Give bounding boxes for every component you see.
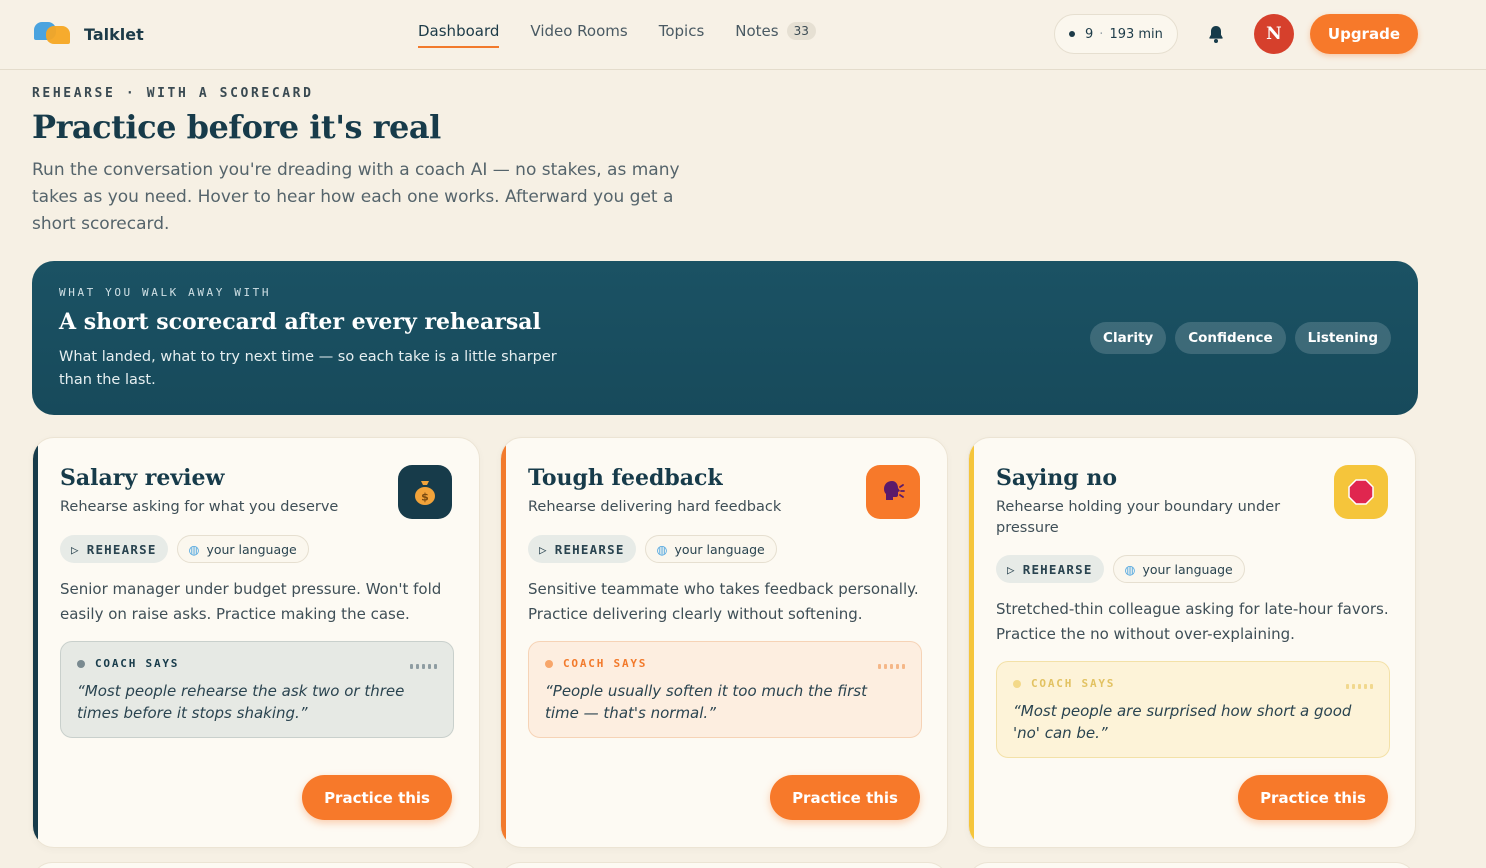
coach-quote: “Most people are surprised how short a g… — [1013, 702, 1352, 742]
next-card-peek — [32, 862, 480, 868]
banner-title: A short scorecard after every rehearsal — [59, 309, 541, 335]
nav-video-rooms[interactable]: Video Rooms — [530, 22, 627, 48]
play-icon: ▷ — [1007, 561, 1016, 577]
scorecard-chips: Clarity Confidence Listening — [1090, 322, 1391, 354]
rehearse-tag: ▷ REHEARSE — [996, 555, 1104, 583]
card-accent-stripe — [33, 438, 38, 847]
card-title: Tough feedback — [528, 465, 723, 491]
card-accent-stripe — [501, 438, 506, 847]
upgrade-button[interactable]: Upgrade — [1309, 14, 1418, 54]
rehearse-tag: ▷ REHEARSE — [60, 535, 168, 563]
language-tag: ◍ your language — [1112, 555, 1245, 583]
coach-quote: “Most people rehearse the ask two or thr… — [77, 682, 405, 722]
language-tag: ◍ your language — [644, 535, 777, 563]
rehearse-tag-label: REHEARSE — [86, 541, 157, 557]
chip-listening: Listening — [1294, 322, 1391, 354]
notes-count-badge: 33 — [786, 22, 816, 40]
language-tag-label: your language — [674, 541, 765, 557]
streak-stats-pill[interactable]: 9 · 193 min — [1054, 14, 1178, 54]
card-description: Senior manager under budget pressure. Wo… — [60, 580, 442, 623]
svg-text:$: $ — [421, 491, 429, 504]
streak-dot-icon — [1069, 31, 1076, 37]
top-nav-bar: Talklet Dashboard Video Rooms Topics Not… — [0, 0, 1486, 70]
coach-quote: “People usually soften it too much the f… — [545, 682, 867, 722]
coach-says-header: COACH SAYS — [77, 657, 437, 670]
globe-icon: ◍ — [656, 541, 668, 557]
rehearse-tag: ▷ REHEARSE — [528, 535, 636, 563]
waveform-icon — [1346, 684, 1373, 689]
coach-says-label: COACH SAYS — [95, 657, 180, 670]
next-card-peek — [500, 862, 948, 868]
scenario-card-saying-no[interactable]: Saying no Rehearse holding your boundary… — [968, 437, 1416, 848]
globe-icon: ◍ — [1124, 561, 1136, 577]
next-card-peek — [968, 862, 1416, 868]
play-icon: ▷ — [71, 541, 80, 557]
scenario-card-tough-feedback[interactable]: Tough feedback Rehearse delivering hard … — [500, 437, 948, 848]
globe-icon: ◍ — [188, 541, 200, 557]
stop-sign-icon — [1334, 465, 1388, 519]
card-tags: ▷ REHEARSE ◍ your language — [996, 555, 1245, 583]
card-tags: ▷ REHEARSE ◍ your language — [528, 535, 777, 563]
brand-name: Talklet — [84, 24, 144, 44]
nav-dashboard-label: Dashboard — [418, 22, 500, 40]
brand[interactable]: Talklet — [34, 20, 144, 48]
coach-says-label: COACH SAYS — [563, 657, 648, 670]
rehearse-tag-label: REHEARSE — [1022, 561, 1093, 577]
user-avatar[interactable]: N — [1253, 14, 1294, 54]
coach-says-label: COACH SAYS — [1031, 677, 1116, 690]
rehearse-tag-label: REHEARSE — [554, 541, 625, 557]
waveform-icon — [878, 664, 905, 669]
banner-subtitle: What landed, what to try next time — so … — [59, 349, 557, 388]
coach-says-header: COACH SAYS — [1013, 677, 1373, 690]
scenario-card-salary-review[interactable]: Salary review Rehearse asking for what y… — [32, 437, 480, 848]
user-controls: 9 · 193 min N Upgrade — [1054, 14, 1418, 54]
nav-notes-label: Notes — [735, 22, 779, 40]
hero-eyebrow: REHEARSE · WITH A SCORECARD — [32, 86, 314, 101]
card-subtitle: Rehearse delivering hard feedback — [528, 499, 782, 515]
language-tag-label: your language — [1142, 561, 1233, 577]
play-icon: ▷ — [539, 541, 548, 557]
practice-button[interactable]: Practice this — [1238, 775, 1388, 820]
card-tags: ▷ REHEARSE ◍ your language — [60, 535, 309, 563]
nav-topics[interactable]: Topics — [659, 22, 705, 48]
scorecard-banner: WHAT YOU WALK AWAY WITH A short scorecar… — [32, 261, 1418, 415]
card-description: Stretched-thin colleague asking for late… — [996, 600, 1389, 643]
waveform-icon — [410, 664, 437, 669]
page-title: Practice before it's real — [32, 108, 441, 146]
coach-says-box: COACH SAYS “Most people are surprised ho… — [996, 661, 1390, 758]
nav-topics-label: Topics — [658, 22, 705, 40]
streak-count: 9 — [1085, 26, 1094, 42]
card-description: Sensitive teammate who takes feedback pe… — [528, 580, 919, 623]
coach-dot-icon — [545, 659, 553, 668]
nav-dashboard[interactable]: Dashboard — [418, 22, 500, 48]
coach-dot-icon — [77, 659, 85, 668]
card-accent-stripe — [969, 438, 974, 847]
coach-dot-icon — [1013, 679, 1021, 688]
language-tag-label: your language — [206, 541, 297, 557]
card-title: Saying no — [996, 465, 1117, 491]
coach-says-box: COACH SAYS “People usually soften it too… — [528, 641, 922, 738]
nav-video-rooms-label: Video Rooms — [530, 22, 628, 40]
chip-confidence: Confidence — [1175, 322, 1286, 354]
money-bag-icon: $ — [398, 465, 452, 519]
banner-eyebrow: WHAT YOU WALK AWAY WITH — [59, 286, 272, 299]
coach-says-box: COACH SAYS “Most people rehearse the ask… — [60, 641, 454, 738]
practice-button[interactable]: Practice this — [302, 775, 452, 820]
stats-separator: · — [1099, 26, 1104, 42]
bell-icon[interactable] — [1206, 24, 1226, 44]
language-tag: ◍ your language — [176, 535, 309, 563]
talklet-logo-icon — [34, 20, 72, 48]
chip-clarity: Clarity — [1090, 322, 1167, 354]
practice-button[interactable]: Practice this — [770, 775, 920, 820]
card-subtitle: Rehearse holding your boundary under pre… — [996, 499, 1281, 536]
speaking-head-icon — [866, 465, 920, 519]
coach-says-header: COACH SAYS — [545, 657, 905, 670]
main-nav: Dashboard Video Rooms Topics Notes 33 — [418, 22, 816, 48]
hero-subtitle: Run the conversation you're dreading wit… — [32, 160, 680, 234]
card-title: Salary review — [60, 465, 225, 491]
card-subtitle: Rehearse asking for what you deserve — [60, 499, 339, 515]
nav-notes[interactable]: Notes 33 — [735, 22, 816, 48]
minutes-count: 193 min — [1109, 26, 1163, 42]
